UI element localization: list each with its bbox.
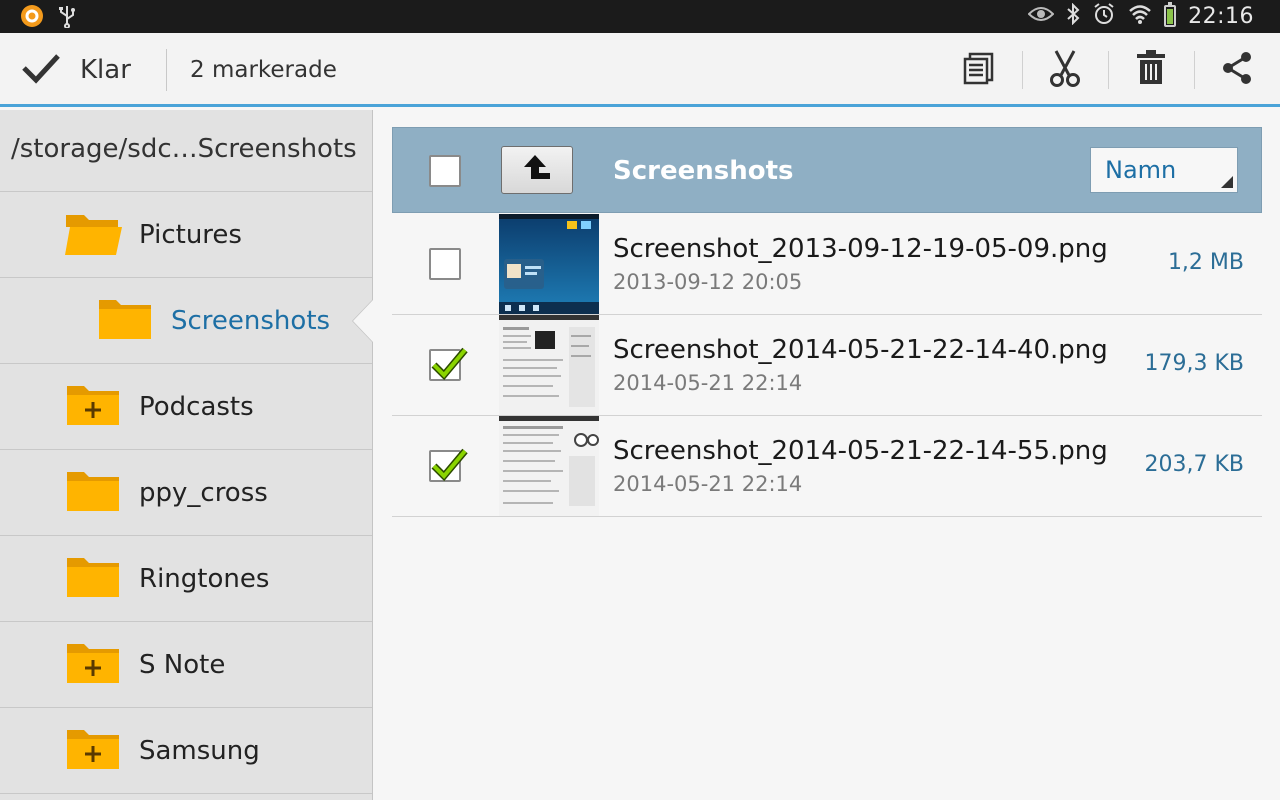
folder-open-icon bbox=[64, 211, 124, 261]
folder-icon bbox=[98, 297, 152, 345]
sort-dropdown[interactable]: Namn bbox=[1090, 147, 1238, 193]
folder-icon bbox=[66, 469, 120, 517]
clock: 22:16 bbox=[1188, 3, 1254, 29]
file-checkbox[interactable] bbox=[429, 248, 461, 280]
action-bar: Klar 2 markerade bbox=[0, 33, 1280, 107]
selected-count: 2 markerade bbox=[190, 57, 337, 83]
folder-tree-sidebar: /storage/sdc…Screenshots Pictures Screen… bbox=[0, 110, 373, 800]
app-notification-icon bbox=[20, 4, 44, 32]
sidebar-item-label: Ringtones bbox=[139, 564, 270, 594]
sidebar-item-ppy-cross[interactable]: ppy_cross bbox=[0, 450, 372, 536]
sidebar-item-label: Screenshots bbox=[171, 306, 331, 336]
usb-icon bbox=[58, 4, 76, 32]
sidebar-item-pictures[interactable]: Pictures bbox=[0, 192, 372, 278]
check-mark-icon bbox=[431, 448, 468, 482]
check-mark-icon bbox=[431, 347, 468, 381]
up-folder-button[interactable] bbox=[501, 146, 573, 194]
file-date: 2014-05-21 22:14 bbox=[613, 472, 803, 496]
file-row[interactable]: Screenshot_2013-09-12-19-05-09.png 2013-… bbox=[392, 214, 1262, 315]
battery-icon bbox=[1164, 2, 1177, 27]
sidebar-item-label: Pictures bbox=[139, 220, 242, 250]
select-all-button[interactable] bbox=[936, 33, 1022, 107]
current-folder-title: Screenshots bbox=[613, 156, 794, 186]
file-row[interactable]: Screenshot_2014-05-21-22-14-55.png 2014-… bbox=[392, 416, 1262, 517]
image-thumbnail bbox=[499, 214, 599, 314]
bluetooth-icon bbox=[1066, 2, 1080, 29]
image-thumbnail bbox=[499, 416, 599, 516]
selection-pointer bbox=[353, 300, 373, 342]
sidebar-item-label: ppy_cross bbox=[139, 478, 268, 508]
done-button[interactable]: Klar bbox=[20, 33, 131, 107]
sidebar-item-ringtones[interactable]: Ringtones bbox=[0, 536, 372, 622]
file-checkbox[interactable] bbox=[429, 448, 468, 482]
done-label: Klar bbox=[80, 55, 131, 85]
sort-dropdown-label: Namn bbox=[1105, 156, 1177, 184]
dropdown-corner-icon bbox=[1221, 176, 1233, 188]
sidebar-item-label: Samsung bbox=[139, 736, 260, 766]
sidebar-item-label: Podcasts bbox=[139, 392, 254, 422]
cut-button[interactable] bbox=[1022, 33, 1108, 107]
sidebar-item-label: S Note bbox=[139, 650, 226, 680]
folder-plus-icon bbox=[66, 727, 120, 775]
select-all-icon bbox=[962, 51, 996, 89]
arrow-up-icon bbox=[521, 153, 553, 187]
folder-icon bbox=[66, 555, 120, 603]
file-name: Screenshot_2013-09-12-19-05-09.png bbox=[613, 234, 1108, 264]
delete-button[interactable] bbox=[1108, 33, 1194, 107]
folder-plus-icon bbox=[66, 383, 120, 431]
file-size: 1,2 MB bbox=[1167, 250, 1244, 275]
file-size: 203,7 KB bbox=[1144, 452, 1245, 477]
sidebar-item-samsung[interactable]: Samsung bbox=[0, 708, 372, 794]
list-header: Screenshots Namn bbox=[392, 127, 1262, 213]
status-bar: 22:16 bbox=[0, 0, 1280, 33]
select-all-checkbox[interactable] bbox=[429, 155, 461, 187]
sidebar-item-podcasts[interactable]: Podcasts bbox=[0, 364, 372, 450]
sidebar-item-s-note[interactable]: S Note bbox=[0, 622, 372, 708]
action-buttons bbox=[936, 33, 1280, 107]
image-thumbnail bbox=[499, 315, 599, 415]
file-date: 2013-09-12 20:05 bbox=[613, 270, 803, 294]
file-list-panel: Screenshots Namn Screenshot_2013-09-12-1… bbox=[374, 110, 1280, 800]
sidebar-item-screenshots[interactable]: Screenshots bbox=[0, 278, 373, 364]
file-checkbox[interactable] bbox=[429, 347, 468, 381]
checkmark-icon bbox=[20, 51, 62, 89]
share-icon bbox=[1219, 50, 1255, 90]
action-bar-divider bbox=[166, 49, 167, 91]
wifi-icon bbox=[1128, 3, 1152, 29]
file-size: 179,3 KB bbox=[1144, 351, 1245, 376]
file-date: 2014-05-21 22:14 bbox=[613, 371, 803, 395]
folder-plus-icon bbox=[66, 641, 120, 689]
alarm-icon bbox=[1092, 2, 1116, 30]
file-name: Screenshot_2014-05-21-22-14-40.png bbox=[613, 335, 1108, 365]
delete-icon bbox=[1135, 50, 1167, 90]
share-button[interactable] bbox=[1194, 33, 1280, 107]
current-path: /storage/sdc…Screenshots bbox=[0, 110, 372, 192]
file-name: Screenshot_2014-05-21-22-14-55.png bbox=[613, 436, 1108, 466]
cut-icon bbox=[1047, 48, 1083, 92]
file-row[interactable]: Screenshot_2014-05-21-22-14-40.png 2014-… bbox=[392, 315, 1262, 416]
eye-icon bbox=[1027, 5, 1055, 27]
